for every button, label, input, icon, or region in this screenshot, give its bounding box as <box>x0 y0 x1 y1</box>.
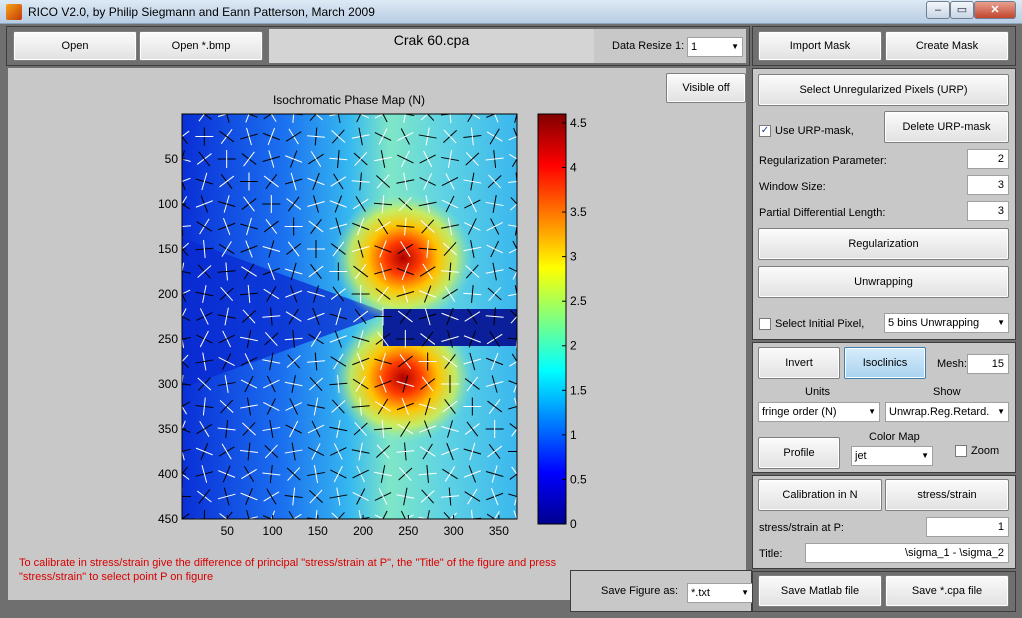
display-panel: Invert Isoclinics Mesh: 15 Units Show fr… <box>752 342 1016 473</box>
resize-area: Data Resize 1: 1 ▼ <box>594 29 746 63</box>
y-tick-label: 50 <box>165 152 179 166</box>
colormap-label: Color Map <box>869 431 920 443</box>
title-bar: RICO V2.0, by Philip Siegmann and Eann P… <box>0 0 1022 24</box>
x-tick-label: 200 <box>353 524 373 538</box>
plot-title: Isochromatic Phase Map (N) <box>273 93 425 107</box>
file-panel: Open Open *.bmp Crak 60.cpa Data Resize … <box>6 26 750 66</box>
colorbar-tick-label: 2 <box>570 339 577 353</box>
reg-param-input[interactable]: 2 <box>967 149 1009 169</box>
select-initial-pixel-label: Select Initial Pixel, <box>775 318 865 330</box>
x-tick-label: 300 <box>444 524 464 538</box>
isoclinics-button[interactable]: Isoclinics <box>844 347 926 379</box>
calibration-note-line2: "stress/strain" to select point P on fig… <box>19 571 214 583</box>
colorbar-tick-label: 4.5 <box>570 116 587 130</box>
chevron-down-icon: ▼ <box>921 451 929 460</box>
zoom-label: Zoom <box>971 445 1000 457</box>
show-select[interactable]: Unwrap.Reg.Retard. ▼ <box>885 402 1009 422</box>
data-resize-label: Data Resize 1: <box>612 40 685 52</box>
chevron-down-icon: ▼ <box>741 588 749 597</box>
stress-strain-button[interactable]: stress/strain <box>885 479 1009 511</box>
mesh-label: Mesh: <box>937 358 967 370</box>
save-figure-label: Save Figure as: <box>601 585 679 597</box>
unwrapping-button[interactable]: Unwrapping <box>758 266 1009 298</box>
import-mask-button[interactable]: Import Mask <box>758 31 882 61</box>
profile-button[interactable]: Profile <box>758 437 840 469</box>
title-input[interactable]: \sigma_1 - \sigma_2 <box>805 543 1009 563</box>
figure-area: Visible off Isochromatic Phase Map (N) 5… <box>8 68 746 600</box>
pdl-input[interactable]: 3 <box>967 201 1009 221</box>
show-label: Show <box>933 386 961 398</box>
colorbar-tick-label: 4 <box>570 160 577 174</box>
stress-strain-at-p-label: stress/strain at P: <box>759 522 844 534</box>
x-tick-label: 250 <box>398 524 418 538</box>
close-button[interactable]: ✕ <box>974 1 1016 19</box>
chevron-down-icon: ▼ <box>997 407 1005 416</box>
chevron-down-icon: ▼ <box>731 42 739 51</box>
save-figure-format-select[interactable]: *.txt ▼ <box>687 583 753 603</box>
save-panel: Save Matlab file Save *.cpa file <box>752 571 1016 612</box>
y-tick-label: 250 <box>158 332 178 346</box>
open-bmp-button[interactable]: Open *.bmp <box>139 31 263 61</box>
maximize-button[interactable]: ▭ <box>950 1 974 19</box>
y-tick-label: 200 <box>158 287 178 301</box>
app-icon <box>6 4 22 20</box>
colorbar-tick-label: 2.5 <box>570 294 587 308</box>
x-tick-label: 100 <box>263 524 283 538</box>
chevron-down-icon: ▼ <box>868 407 876 416</box>
colorbar-tick-label: 0.5 <box>570 472 587 486</box>
data-resize-select[interactable]: 1 ▼ <box>687 37 743 57</box>
reg-param-label: Regularization Parameter: <box>759 155 887 167</box>
use-urp-checkbox[interactable]: ✓ <box>759 125 771 137</box>
colorbar-tick-label: 3.5 <box>570 205 587 219</box>
pdl-label: Partial Differential Length: <box>759 207 886 219</box>
y-tick-label: 300 <box>158 377 178 391</box>
units-select[interactable]: fringe order (N) ▼ <box>758 402 880 422</box>
use-urp-label: Use URP-mask, <box>775 125 854 137</box>
calibration-button[interactable]: Calibration in N <box>758 479 882 511</box>
invert-button[interactable]: Invert <box>758 347 840 379</box>
mask-panel: Import Mask Create Mask <box>752 26 1016 66</box>
regularization-panel: Select Unregularized Pixels (URP) ✓ Use … <box>752 68 1016 340</box>
regularization-button[interactable]: Regularization <box>758 228 1009 260</box>
colorbar-tick-label: 1 <box>570 428 577 442</box>
filename-display: Crak 60.cpa <box>269 29 594 63</box>
x-tick-label: 150 <box>308 524 328 538</box>
y-tick-label: 400 <box>158 467 178 481</box>
x-tick-label: 50 <box>221 524 235 538</box>
create-mask-button[interactable]: Create Mask <box>885 31 1009 61</box>
select-initial-pixel-checkbox[interactable] <box>759 318 771 330</box>
x-tick-label: 350 <box>489 524 509 538</box>
minimize-button[interactable]: – <box>926 1 950 19</box>
stress-strain-at-p-input[interactable]: 1 <box>926 517 1009 537</box>
y-tick-label: 100 <box>158 197 178 211</box>
phase-map-figure: Isochromatic Phase Map (N) 50 100 150 200 25… <box>158 93 587 538</box>
colormap-select[interactable]: jet ▼ <box>851 446 933 466</box>
window-size-label: Window Size: <box>759 181 826 193</box>
mesh-input[interactable]: 15 <box>967 354 1009 374</box>
y-tick-label: 350 <box>158 422 178 436</box>
window-size-input[interactable]: 3 <box>967 175 1009 195</box>
colorbar-tick-label: 1.5 <box>570 383 587 397</box>
save-cpa-button[interactable]: Save *.cpa file <box>885 575 1009 607</box>
y-tick-label: 150 <box>158 242 178 256</box>
window-title: RICO V2.0, by Philip Siegmann and Eann P… <box>28 5 375 19</box>
save-figure-panel: Save Figure as: *.txt ▼ <box>570 570 753 612</box>
colorbar <box>537 113 567 525</box>
colorbar-tick-label: 0 <box>570 517 577 531</box>
select-urp-button[interactable]: Select Unregularized Pixels (URP) <box>758 74 1009 106</box>
delete-urp-button[interactable]: Delete URP-mask <box>884 111 1009 143</box>
units-label: Units <box>805 386 831 398</box>
colorbar-tick-label: 3 <box>570 250 577 264</box>
heatmap <box>182 114 517 519</box>
y-tick-label: 450 <box>158 512 178 526</box>
save-matlab-button[interactable]: Save Matlab file <box>758 575 882 607</box>
open-button[interactable]: Open <box>13 31 137 61</box>
zoom-checkbox[interactable] <box>955 445 967 457</box>
title-label: Title: <box>759 548 783 560</box>
calibration-panel: Calibration in N stress/strain stress/st… <box>752 475 1016 569</box>
unwrap-mode-select[interactable]: 5 bins Unwrapping ▼ <box>884 313 1009 333</box>
chevron-down-icon: ▼ <box>997 318 1005 327</box>
calibration-note-line1: To calibrate in stress/strain give the d… <box>19 557 557 569</box>
